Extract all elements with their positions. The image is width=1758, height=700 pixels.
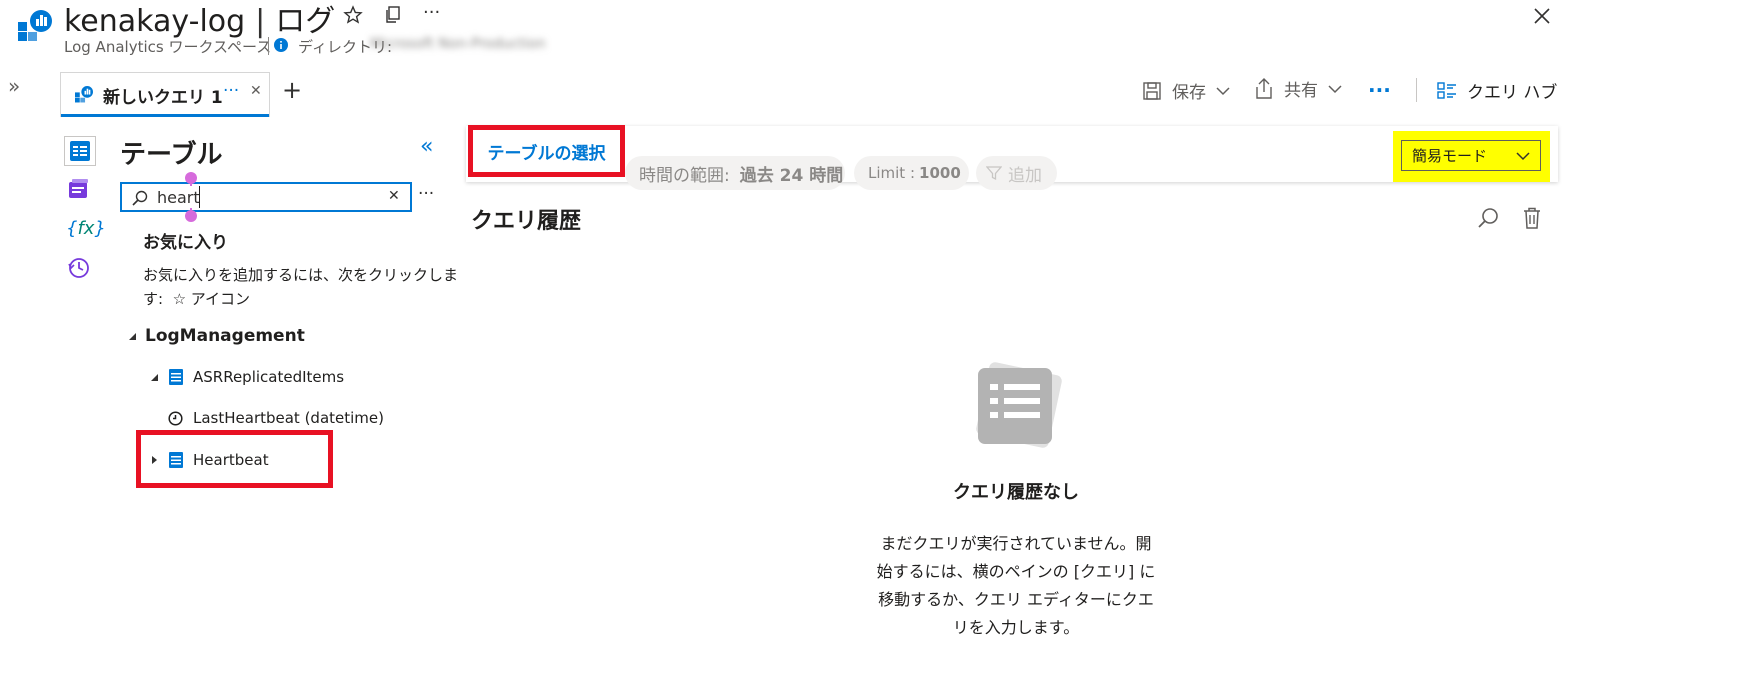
workspace-logo-icon bbox=[18, 8, 52, 42]
directory-value: Microsoft Non-Production bbox=[370, 36, 546, 52]
save-label: 保存 bbox=[1172, 83, 1206, 103]
copy-icon[interactable] bbox=[383, 4, 403, 26]
time-range-pill[interactable]: 時間の範囲: 過去 24 時間 bbox=[625, 156, 845, 190]
queries-rail-button[interactable] bbox=[67, 178, 93, 204]
add-filter-pill[interactable]: 追加 bbox=[976, 156, 1057, 190]
tree-item-asrreplicateditems[interactable]: ASRReplicatedItems bbox=[150, 368, 344, 386]
more-options-button[interactable]: ··· bbox=[423, 2, 440, 23]
save-button[interactable]: 保存 bbox=[1142, 78, 1230, 103]
select-table-button[interactable]: テーブルの選択 bbox=[468, 125, 625, 177]
table-icon bbox=[169, 369, 183, 385]
query-tab-icon bbox=[75, 85, 93, 103]
empty-message-line: 移動するか、クエリ エディターにクエ bbox=[878, 590, 1154, 609]
empty-history-icon bbox=[966, 358, 1066, 454]
history-rail-button[interactable] bbox=[67, 256, 93, 282]
query-hub-label: クエリ ハブ bbox=[1467, 83, 1558, 103]
toolbar-divider bbox=[1416, 78, 1417, 102]
highlight-box-heartbeat bbox=[136, 430, 333, 488]
filter-icon bbox=[986, 166, 1002, 181]
tables-panel-title: テーブル bbox=[120, 140, 223, 170]
empty-history-message: まだクエリが実行されていません。開 始するには、横のペインの [クエリ] に 移… bbox=[866, 530, 1166, 642]
tree-item-label: ASRReplicatedItems bbox=[193, 368, 345, 386]
selection-handle-bottom bbox=[183, 208, 199, 222]
tree-column-lastheartbeat[interactable]: LastHeartbeat (datetime) bbox=[168, 409, 384, 427]
workspace-type: Log Analytics ワークスペース bbox=[64, 38, 272, 56]
time-range-label: 時間の範囲: bbox=[639, 165, 730, 186]
expand-menu-button[interactable]: » bbox=[8, 74, 20, 98]
share-label: 共有 bbox=[1284, 81, 1318, 101]
search-clear-button[interactable]: ✕ bbox=[388, 188, 400, 204]
chevron-down-icon bbox=[1216, 86, 1230, 95]
queries-icon bbox=[69, 179, 88, 198]
add-tab-button[interactable]: + bbox=[282, 76, 302, 104]
search-input-value[interactable]: heart bbox=[157, 188, 200, 207]
functions-rail-button[interactable]: {fx} bbox=[66, 218, 106, 239]
chevron-down-icon bbox=[1516, 151, 1530, 160]
mode-dropdown-value: 簡易モード bbox=[1412, 147, 1488, 165]
search-icon bbox=[132, 190, 148, 206]
empty-message-line: リを入力します。 bbox=[952, 618, 1080, 637]
history-icon bbox=[68, 258, 89, 278]
workspace-name: kenakay-log bbox=[64, 4, 246, 39]
mode-dropdown[interactable]: 簡易モード bbox=[1401, 140, 1541, 171]
empty-message-line: 始するには、横のペインの [クエリ] に bbox=[876, 562, 1156, 581]
history-search-icon[interactable] bbox=[1476, 206, 1500, 230]
add-filter-label: 追加 bbox=[1008, 165, 1042, 186]
tables-rail-button[interactable] bbox=[64, 136, 96, 166]
star-icon[interactable] bbox=[342, 4, 364, 26]
query-hub-icon bbox=[1437, 81, 1456, 99]
query-hub-button[interactable]: クエリ ハブ bbox=[1437, 78, 1557, 103]
page-section: ログ bbox=[275, 4, 336, 39]
limit-pill[interactable]: Limit :1000 bbox=[854, 156, 969, 190]
chevron-down-icon bbox=[1328, 84, 1342, 93]
functions-icon: {fx} bbox=[66, 218, 106, 239]
clock-icon bbox=[168, 410, 183, 426]
tab-close-button[interactable]: ✕ bbox=[250, 83, 262, 99]
tab-more-button[interactable]: ··· bbox=[223, 81, 239, 101]
caret-expanded-icon bbox=[151, 373, 158, 381]
delete-icon[interactable] bbox=[1520, 206, 1544, 230]
favorites-title: お気に入り bbox=[143, 233, 228, 253]
favorites-hint-line1: お気に入りを追加するには、次をクリックしま bbox=[143, 266, 459, 284]
tree-column-label: LastHeartbeat (datetime) bbox=[193, 409, 385, 427]
close-icon[interactable] bbox=[1530, 4, 1554, 28]
share-icon bbox=[1256, 77, 1272, 99]
favorites-hint-line2: す: ☆ アイコン bbox=[143, 290, 251, 308]
select-table-label: テーブルの選択 bbox=[487, 143, 606, 164]
tree-group-logmanagement[interactable]: LogManagement bbox=[128, 326, 305, 346]
limit-value: 1000 bbox=[919, 164, 961, 182]
caret-expanded-icon bbox=[129, 332, 136, 340]
history-title: クエリ履歴 bbox=[471, 209, 582, 234]
save-icon bbox=[1143, 81, 1161, 100]
text-cursor bbox=[199, 186, 200, 208]
tree-group-label: LogManagement bbox=[145, 326, 305, 346]
divider bbox=[268, 37, 269, 55]
page-title: kenakay-log | ログ bbox=[64, 4, 336, 39]
toolbar-more-button[interactable]: ··· bbox=[1368, 78, 1391, 102]
empty-history-title: クエリ履歴なし bbox=[953, 482, 1079, 503]
info-icon bbox=[274, 38, 288, 52]
share-button[interactable]: 共有 bbox=[1254, 76, 1342, 101]
tab-new-query[interactable]: 新しいクエリ 1 ··· ✕ bbox=[60, 72, 270, 117]
collapse-panel-button[interactable]: « bbox=[420, 134, 433, 159]
table-search-field[interactable]: heart ✕ bbox=[120, 182, 412, 212]
time-range-value: 過去 24 時間 bbox=[739, 165, 844, 186]
table-icon bbox=[70, 141, 90, 161]
limit-label: Limit : bbox=[868, 164, 916, 182]
selection-handle-top bbox=[183, 172, 199, 186]
search-more-button[interactable]: ··· bbox=[418, 184, 434, 204]
empty-message-line: まだクエリが実行されていません。開 bbox=[880, 534, 1152, 553]
tab-label: 新しいクエリ 1 bbox=[103, 88, 223, 108]
